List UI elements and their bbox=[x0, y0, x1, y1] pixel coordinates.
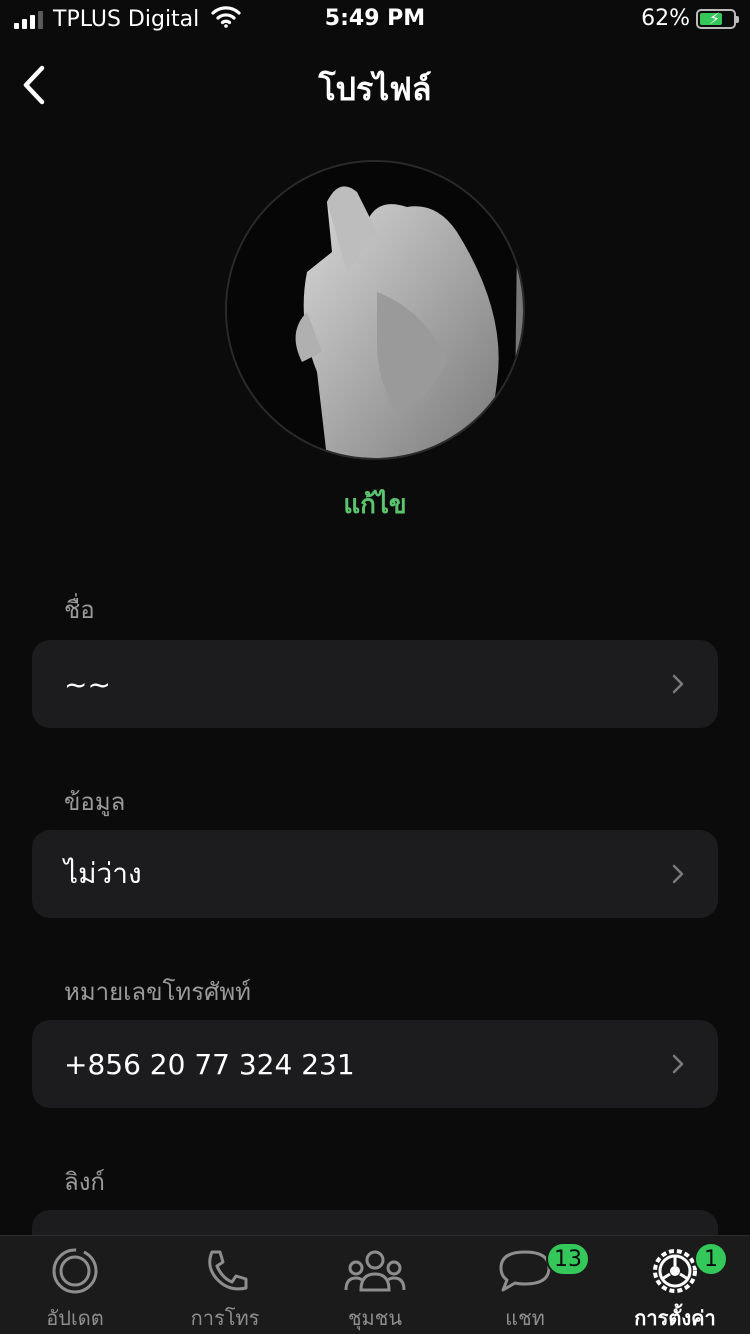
about-row[interactable]: ไม่ว่าง bbox=[32, 830, 718, 918]
chevron-right-icon bbox=[672, 1054, 684, 1074]
signal-icon bbox=[14, 9, 43, 29]
tab-communities[interactable]: ชุมชน bbox=[300, 1236, 450, 1334]
phone-value: +856 20 77 324 231 bbox=[64, 1047, 355, 1081]
links-label: ลิงก์ bbox=[64, 1168, 105, 1196]
tab-settings[interactable]: 1 การตั้งค่า bbox=[600, 1236, 750, 1334]
status-bar: TPLUS Digital 5:49 PM 62% ⚡ bbox=[0, 0, 750, 40]
tab-label: อัปเดต bbox=[46, 1306, 104, 1330]
tab-updates[interactable]: อัปเดต bbox=[0, 1236, 150, 1334]
tab-calls[interactable]: การโทร bbox=[150, 1236, 300, 1334]
unread-badge: 13 bbox=[546, 1242, 590, 1276]
carrier-name: TPLUS Digital bbox=[53, 6, 200, 32]
chevron-right-icon bbox=[672, 864, 684, 884]
edit-photo-link[interactable]: แก้ไข bbox=[0, 484, 750, 525]
battery-percent: 62% bbox=[641, 6, 690, 31]
name-row[interactable]: ~~ bbox=[32, 640, 718, 728]
tab-label: การโทร bbox=[190, 1306, 260, 1330]
page-title: โปรไฟล์ bbox=[318, 70, 432, 108]
phone-label: หมายเลขโทรศัพท์ bbox=[64, 978, 251, 1006]
status-icon bbox=[52, 1248, 98, 1294]
wifi-icon bbox=[211, 6, 241, 32]
name-value: ~~ bbox=[64, 667, 111, 701]
nav-bar: โปรไฟล์ bbox=[0, 50, 750, 120]
tab-label: ชุมชน bbox=[347, 1306, 402, 1330]
community-icon bbox=[344, 1250, 406, 1292]
phone-row[interactable]: +856 20 77 324 231 bbox=[32, 1020, 718, 1108]
back-button[interactable] bbox=[12, 58, 56, 112]
chevron-right-icon bbox=[672, 674, 684, 694]
notification-badge: 1 bbox=[694, 1242, 728, 1276]
about-label: ข้อมูล bbox=[64, 788, 126, 816]
profile-photo[interactable] bbox=[225, 160, 525, 460]
phone-icon bbox=[208, 1250, 248, 1291]
battery-icon: ⚡ bbox=[696, 8, 739, 29]
tab-label: แชท bbox=[505, 1306, 545, 1330]
name-label: ชื่อ bbox=[64, 596, 95, 624]
tab-chats[interactable]: 13 แชท bbox=[450, 1236, 600, 1334]
tab-bar: อัปเดต การโทร ชุมชน 13 แชท 1 การตั้งค่า bbox=[0, 1235, 750, 1334]
about-value: ไม่ว่าง bbox=[64, 857, 142, 890]
tab-label: การตั้งค่า bbox=[634, 1306, 716, 1330]
chevron-left-icon bbox=[23, 65, 45, 105]
